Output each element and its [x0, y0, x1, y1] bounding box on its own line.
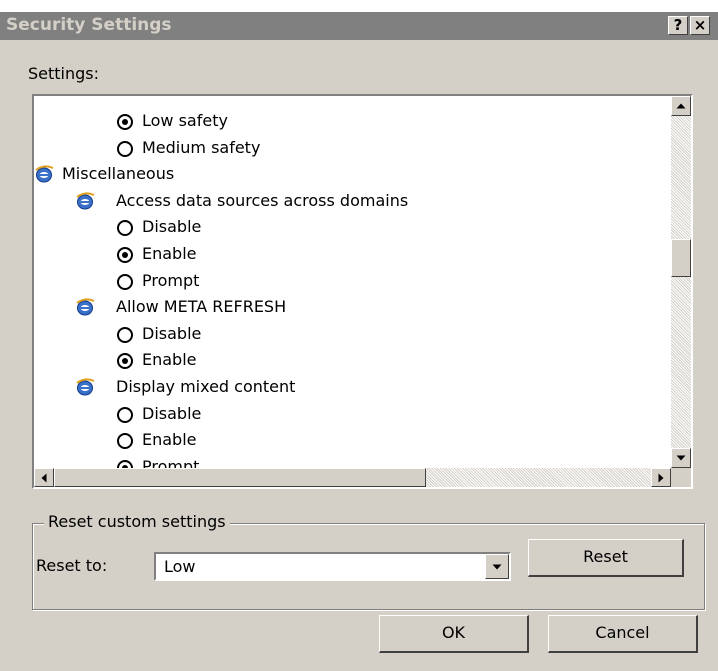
- arrow-up-icon: [676, 103, 686, 109]
- scroll-left-button[interactable]: [34, 468, 54, 487]
- tree-item-label: Display mixed content: [116, 377, 296, 396]
- tree-radio-option[interactable]: Enable: [34, 347, 671, 373]
- tree-radio-option[interactable]: Prompt: [34, 454, 671, 468]
- reset-group-legend: Reset custom settings: [44, 512, 230, 531]
- tree-item-label: Prompt: [142, 457, 200, 468]
- settings-tree-list: Low safety Medium safety Miscellaneous Acce…: [34, 96, 671, 468]
- reset-to-label: Reset to:: [36, 556, 108, 575]
- tree-radio-option[interactable]: Disable: [34, 321, 671, 347]
- ie-settings-icon: [34, 164, 54, 184]
- radio-unselected-icon[interactable]: [117, 141, 133, 157]
- tree-item-label: Disable: [142, 324, 202, 343]
- tree-radio-option[interactable]: Enable: [34, 427, 671, 453]
- radio-selected-icon[interactable]: [117, 247, 133, 263]
- arrow-down-icon: [676, 455, 686, 461]
- radio-selected-icon[interactable]: [117, 114, 133, 130]
- ie-settings-icon: [75, 297, 95, 317]
- radio-unselected-icon[interactable]: [117, 274, 133, 290]
- tree-item-label: Disable: [142, 404, 202, 423]
- horizontal-scroll-thumb[interactable]: [54, 468, 426, 487]
- scrollbar-corner: [671, 468, 691, 487]
- tree-item-label: Miscellaneous: [62, 164, 175, 183]
- tree-setting[interactable]: Display mixed content: [34, 374, 671, 400]
- tree-radio-option[interactable]: Prompt: [34, 268, 671, 294]
- reset-button[interactable]: Reset: [528, 539, 684, 577]
- scroll-right-button[interactable]: [651, 468, 671, 487]
- tree-item-label: Prompt: [142, 271, 200, 290]
- radio-unselected-icon[interactable]: [117, 433, 133, 449]
- tree-category[interactable]: Miscellaneous: [34, 161, 671, 187]
- radio-unselected-icon[interactable]: [117, 220, 133, 236]
- security-settings-dialog: Security Settings ? × Settings: Low safe…: [0, 12, 718, 671]
- reset-to-selected-value: Low: [164, 557, 196, 576]
- scroll-down-button[interactable]: [671, 448, 691, 468]
- arrow-right-icon: [658, 473, 664, 482]
- radio-selected-icon[interactable]: [117, 460, 133, 468]
- ok-button[interactable]: OK: [379, 615, 529, 653]
- vertical-scrollbar[interactable]: [671, 96, 691, 468]
- settings-tree[interactable]: Low safety Medium safety Miscellaneous Acce…: [32, 94, 693, 489]
- help-button[interactable]: ?: [668, 16, 688, 35]
- title-bar[interactable]: Security Settings ? ×: [0, 12, 718, 40]
- arrow-left-icon: [41, 473, 47, 482]
- tree-item-label: Enable: [142, 244, 197, 263]
- tree-item-label: Enable: [142, 350, 197, 369]
- scroll-up-button[interactable]: [671, 96, 691, 116]
- radio-unselected-icon[interactable]: [117, 327, 133, 343]
- vertical-scroll-thumb[interactable]: [671, 239, 691, 277]
- chevron-down-icon: [492, 564, 502, 569]
- tree-item-label: Allow META REFRESH: [116, 297, 287, 316]
- tree-item-label: Disable: [142, 217, 202, 236]
- settings-label: Settings:: [28, 64, 100, 83]
- tree-radio-option[interactable]: Disable: [34, 401, 671, 427]
- tree-radio-option[interactable]: Medium safety: [34, 135, 671, 161]
- reset-to-dropdown[interactable]: Low: [154, 552, 511, 581]
- cancel-button[interactable]: Cancel: [548, 615, 698, 653]
- tree-item-label: Access data sources across domains: [116, 191, 409, 210]
- ie-settings-icon: [75, 191, 95, 211]
- tree-setting[interactable]: Access data sources across domains: [34, 188, 671, 214]
- window-title: Security Settings: [6, 15, 172, 35]
- tree-radio-option[interactable]: Enable: [34, 241, 671, 267]
- ie-settings-icon: [75, 377, 95, 397]
- tree-item-label: Medium safety: [142, 138, 261, 157]
- tree-item-label: Enable: [142, 430, 197, 449]
- close-button[interactable]: ×: [690, 16, 710, 35]
- radio-selected-icon[interactable]: [117, 353, 133, 369]
- tree-radio-option[interactable]: Low safety: [34, 108, 671, 134]
- dropdown-button[interactable]: [485, 554, 509, 579]
- tree-radio-option[interactable]: Disable: [34, 214, 671, 240]
- radio-unselected-icon[interactable]: [117, 407, 133, 423]
- tree-setting[interactable]: Allow META REFRESH: [34, 294, 671, 320]
- tree-item-label: Low safety: [142, 111, 228, 130]
- horizontal-scrollbar[interactable]: [34, 468, 671, 487]
